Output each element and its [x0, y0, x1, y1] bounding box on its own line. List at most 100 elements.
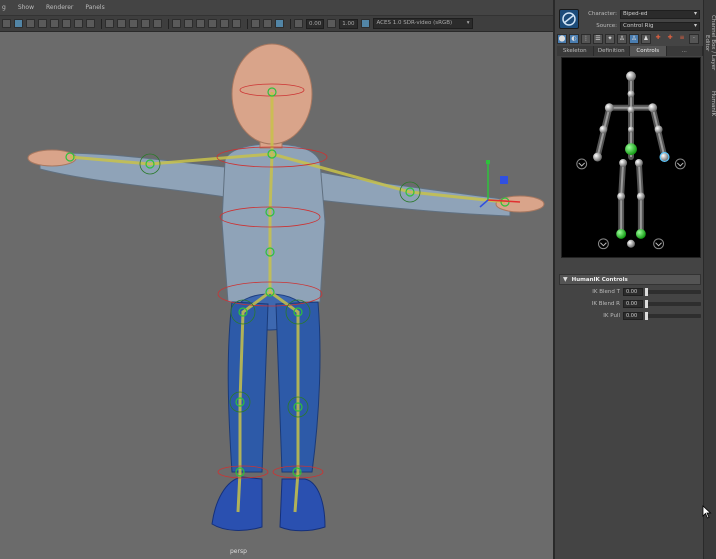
slider-thumb[interactable]: [645, 288, 648, 296]
figure-ghost-icon[interactable]: ♟: [641, 34, 651, 44]
key-body-part-icon[interactable]: ✚: [653, 34, 663, 44]
xray-joints-icon[interactable]: [184, 19, 193, 28]
right-wrist-effector[interactable]: [659, 151, 670, 163]
right-knee-effector[interactable]: [636, 192, 645, 201]
chevron-down-icon[interactable]: [653, 238, 665, 250]
rotate-icon[interactable]: [50, 19, 59, 28]
move-icon[interactable]: [38, 19, 47, 28]
ik-blend-r-field[interactable]: 0.00: [623, 300, 643, 308]
toolbar-separator: [247, 18, 248, 29]
character-dropdown[interactable]: Biped-ed: [620, 9, 700, 19]
textured-icon[interactable]: [129, 19, 138, 28]
color-management-icon[interactable]: [360, 19, 370, 28]
tab-channel-box[interactable]: Channel Box / Layer Editor: [704, 8, 716, 78]
paint-icon[interactable]: [26, 19, 35, 28]
film-gate-icon[interactable]: [263, 19, 272, 28]
ik-pull-field[interactable]: 0.00: [623, 312, 643, 320]
character-label: Character:: [588, 11, 617, 17]
grid-icon[interactable]: [86, 19, 95, 28]
figure-icon[interactable]: ♙: [629, 34, 639, 44]
wireframe-icon[interactable]: [105, 19, 114, 28]
dof-icon[interactable]: [220, 19, 229, 28]
body-part-icon[interactable]: ◐: [569, 34, 579, 44]
menu-show[interactable]: Show: [18, 4, 34, 11]
left-shoulder-effector[interactable]: [604, 103, 614, 113]
select-icon[interactable]: [2, 19, 11, 28]
right-hip-effector[interactable]: [634, 158, 643, 167]
right-ankle-effector[interactable]: [635, 228, 646, 239]
toolbar-separator: [168, 18, 169, 29]
ik-blend-t-row: IK Blend T 0.00: [565, 287, 701, 297]
side-tab-strip: Channel Box / Layer Editor HumanIK: [703, 0, 716, 559]
full-body-icon[interactable]: ⬤: [557, 34, 567, 44]
character-model[interactable]: [27, 43, 545, 532]
tab-humanik[interactable]: HumanIK: [705, 84, 716, 124]
safe-action-icon[interactable]: [275, 19, 284, 28]
shaded-icon[interactable]: [117, 19, 126, 28]
selection-icon[interactable]: ⋮: [581, 34, 591, 44]
hips-effector[interactable]: [625, 143, 637, 156]
left-wrist-effector[interactable]: [593, 152, 602, 162]
pin-rotation-icon[interactable]: ✦: [605, 34, 615, 44]
menu-view[interactable]: g: [2, 4, 6, 11]
resolution-gate-icon[interactable]: [251, 19, 260, 28]
shadow-icon[interactable]: [153, 19, 162, 28]
spine-effector[interactable]: [628, 126, 634, 133]
humanik-controls-header[interactable]: ▼ HumanIK Controls: [559, 274, 701, 285]
chevron-down-icon[interactable]: [576, 158, 588, 170]
camera-label: persp: [230, 548, 247, 555]
tab-skeleton[interactable]: Skeleton: [557, 46, 594, 56]
viewport-panel[interactable]: g Show Renderer Panels 0.00 1.00 ACES 1.…: [0, 0, 553, 559]
left-hip-effector[interactable]: [619, 158, 628, 167]
mouse-cursor-icon: [702, 505, 712, 519]
ground-effector[interactable]: [627, 239, 635, 248]
right-elbow-effector[interactable]: [654, 125, 663, 134]
light-icon[interactable]: [141, 19, 150, 28]
pin-all-icon[interactable]: ♙: [617, 34, 627, 44]
left-ankle-effector[interactable]: [616, 228, 627, 239]
slider-thumb[interactable]: [645, 300, 648, 308]
slider-thumb[interactable]: [645, 312, 648, 320]
ik-blend-t-slider[interactable]: [645, 288, 701, 296]
ik-pull-slider[interactable]: [645, 312, 701, 320]
exposure-icon: [294, 19, 303, 28]
aa-icon[interactable]: [208, 19, 217, 28]
tab-definition[interactable]: Definition: [593, 46, 630, 56]
hik-character-map[interactable]: [561, 57, 701, 258]
left-knee-effector[interactable]: [617, 192, 626, 201]
isolate-icon[interactable]: [196, 19, 205, 28]
xray-icon[interactable]: [172, 19, 181, 28]
menu-renderer[interactable]: Renderer: [46, 4, 73, 11]
ik-blend-t-field[interactable]: 0.00: [623, 288, 643, 296]
camera-icon[interactable]: [74, 19, 83, 28]
toolbar-separator: [101, 18, 102, 29]
neck-effector[interactable]: [627, 90, 635, 98]
ao-icon[interactable]: [232, 19, 241, 28]
collapse-arrow-icon[interactable]: ▼: [563, 276, 568, 283]
left-elbow-effector[interactable]: [599, 125, 608, 134]
ik-blend-r-slider[interactable]: [645, 300, 701, 308]
exposure-field[interactable]: 0.00: [306, 18, 325, 29]
tab-more[interactable]: ...: [666, 46, 703, 56]
right-shoulder-effector[interactable]: [648, 103, 658, 113]
view-transform-dropdown[interactable]: ACES 1.0 SDR-video (sRGB): [372, 18, 473, 29]
menu-panels[interactable]: Panels: [85, 4, 104, 11]
tab-controls[interactable]: Controls: [630, 46, 667, 56]
lasso-icon[interactable]: [14, 19, 23, 28]
ik-blend-r-label: IK Blend R: [591, 301, 620, 307]
chevron-down-icon[interactable]: [674, 158, 686, 170]
chevron-down-icon[interactable]: [597, 238, 609, 250]
source-dropdown[interactable]: Control Rig: [620, 21, 700, 31]
reset-icon[interactable]: ·: [689, 34, 699, 44]
humanik-panel: Character: Biped-ed Source: Control Rig …: [553, 0, 709, 559]
key-all-icon[interactable]: ✚: [665, 34, 675, 44]
hik-logo-icon[interactable]: [559, 9, 579, 29]
ik-pull-row: IK Pull 0.00: [565, 311, 701, 321]
head-effector[interactable]: [626, 71, 636, 82]
scene-3d-view[interactable]: [0, 32, 553, 559]
key-selected-icon[interactable]: ≡: [677, 34, 687, 44]
scale-icon[interactable]: [62, 19, 71, 28]
chest-effector[interactable]: [627, 106, 635, 114]
pin-translation-icon[interactable]: ☰: [593, 34, 603, 44]
gamma-field[interactable]: 1.00: [339, 18, 358, 29]
